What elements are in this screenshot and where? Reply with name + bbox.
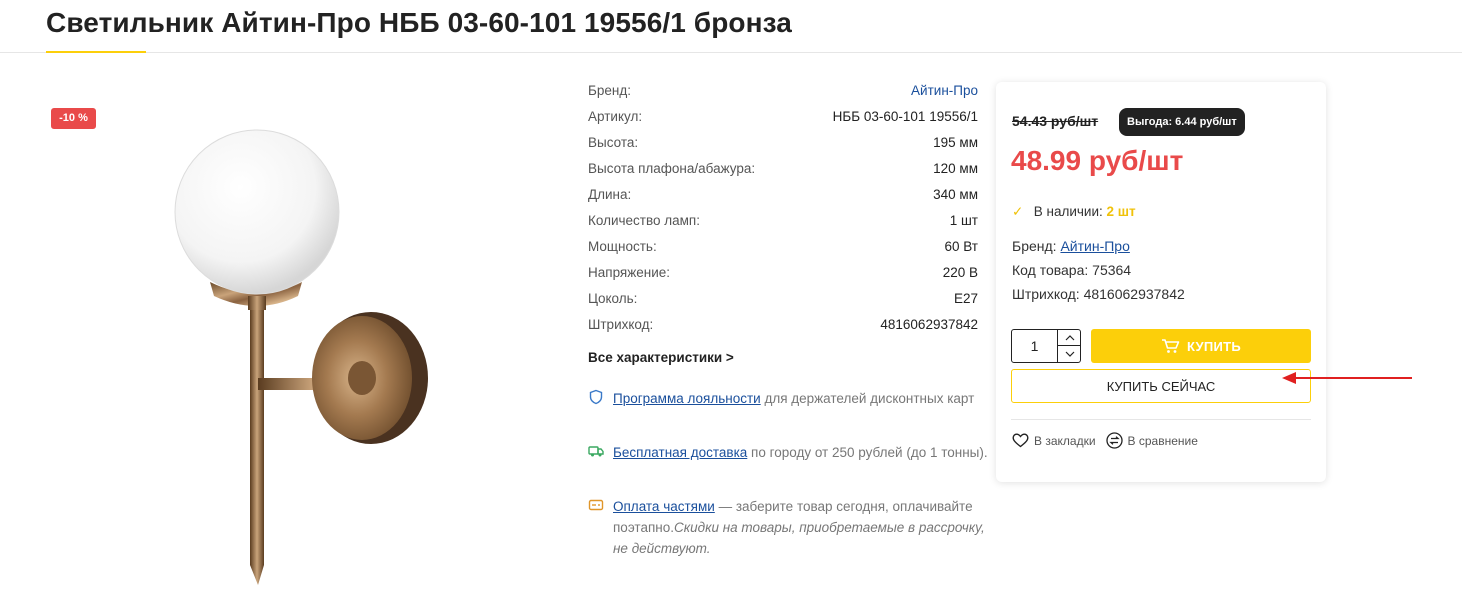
- spec-row-length: Длина: 340 мм: [588, 182, 978, 208]
- product-barcode: Штрихкод: 4816062937842: [1012, 286, 1185, 302]
- stock-status: ✓ В наличии: 2 шт: [1012, 204, 1136, 220]
- spec-value: НББ 03-60-101 19556/1: [832, 109, 978, 124]
- buy-button-label: КУПИТЬ: [1186, 338, 1242, 354]
- brand-info: Бренд: Айтин-Про: [1012, 238, 1130, 254]
- discount-badge: -10 %: [51, 108, 96, 129]
- stock-label: В наличии:: [1033, 204, 1103, 219]
- bookmark-button[interactable]: В закладки: [1012, 433, 1096, 448]
- title-accent-line: [46, 51, 146, 53]
- brand-label: Бренд:: [1012, 238, 1057, 254]
- spec-row-lamp-count: Количество ламп: 1 шт: [588, 208, 978, 234]
- barcode-label: Штрихкод:: [1012, 286, 1080, 302]
- truck-icon: [588, 446, 604, 457]
- spec-name: Штрихкод:: [588, 317, 654, 332]
- spec-row-power: Мощность: 60 Вт: [588, 234, 978, 260]
- quantity-stepper: [1011, 329, 1081, 363]
- spec-name: Количество ламп:: [588, 213, 700, 228]
- chevron-up-icon: [1065, 334, 1074, 340]
- loyalty-link[interactable]: Программа лояльности: [613, 391, 761, 406]
- perk-loyalty: Программа лояльности для держателей диск…: [588, 388, 988, 409]
- specs-table: Бренд: Айтин-Про Артикул: НББ 03-60-101 …: [588, 78, 978, 338]
- perk-delivery: Бесплатная доставка по городу от 250 руб…: [588, 442, 988, 463]
- spec-name: Длина:: [588, 187, 632, 202]
- benefit-badge: Выгода: 6.44 руб/шт: [1119, 108, 1245, 136]
- product-image[interactable]: [150, 120, 470, 590]
- code-label: Код товара:: [1012, 262, 1089, 278]
- check-icon: ✓: [1012, 204, 1024, 219]
- spec-row-voltage: Напряжение: 220 В: [588, 260, 978, 286]
- spec-row-shade-height: Высота плафона/абажура: 120 мм: [588, 156, 978, 182]
- spec-name: Цоколь:: [588, 291, 638, 306]
- perk-loyalty-text: для держателей дисконтных карт: [760, 391, 975, 406]
- title-divider: [0, 52, 1462, 53]
- buy-button[interactable]: КУПИТЬ: [1091, 329, 1311, 363]
- spec-row-barcode: Штрихкод: 4816062937842: [588, 312, 978, 338]
- spec-brand-link[interactable]: Айтин-Про: [911, 78, 978, 104]
- buy-now-button[interactable]: КУПИТЬ СЕЙЧАС: [1011, 369, 1311, 403]
- spec-value: 195 мм: [933, 135, 978, 150]
- barcode-value: 4816062937842: [1083, 286, 1185, 302]
- spec-value: 1 шт: [949, 213, 978, 228]
- spec-value: 60 Вт: [944, 239, 978, 254]
- card-icon: [588, 499, 604, 511]
- spec-name: Высота плафона/абажура:: [588, 161, 756, 176]
- cart-icon: [1161, 339, 1180, 353]
- compare-button[interactable]: В сравнение: [1105, 432, 1198, 449]
- brand-link[interactable]: Айтин-Про: [1060, 238, 1129, 254]
- spec-value: E27: [953, 291, 978, 306]
- spec-value: 340 мм: [933, 187, 978, 202]
- spec-value: 120 мм: [933, 161, 978, 176]
- perk-delivery-text: по городу от 250 рублей (до 1 тонны).: [747, 445, 988, 460]
- decrement-button[interactable]: [1058, 346, 1081, 362]
- stock-qty: 2 шт: [1106, 204, 1136, 219]
- product-code: Код товара: 75364: [1012, 262, 1131, 278]
- spec-row-brand: Бренд: Айтин-Про: [588, 78, 978, 104]
- page-title: Светильник Айтин-Про НББ 03-60-101 19556…: [46, 7, 792, 38]
- spec-name: Артикул:: [588, 109, 643, 124]
- chevron-down-icon: [1065, 351, 1074, 357]
- stepper-controls: [1057, 330, 1081, 362]
- spec-row-socket: Цоколь: E27: [588, 286, 978, 312]
- increment-button[interactable]: [1058, 330, 1081, 346]
- quantity-input[interactable]: [1012, 330, 1057, 362]
- all-specs-link[interactable]: Все характеристики >: [588, 350, 734, 365]
- spec-name: Напряжение:: [588, 265, 671, 280]
- delivery-link[interactable]: Бесплатная доставка: [613, 445, 747, 460]
- old-price: 54.43 руб/шт: [1012, 113, 1099, 129]
- compare-label: В сравнение: [1127, 433, 1198, 448]
- code-value: 75364: [1092, 262, 1132, 278]
- spec-value: 220 В: [942, 265, 978, 280]
- spec-row-article: Артикул: НББ 03-60-101 19556/1: [588, 104, 978, 130]
- spec-value: 4816062937842: [880, 317, 978, 332]
- buy-card: 54.43 руб/шт Выгода: 6.44 руб/шт 48.99 р…: [996, 82, 1326, 482]
- card-actions: В закладки В сравнение: [1012, 432, 1208, 449]
- current-price: 48.99 руб/шт: [1011, 145, 1184, 176]
- card-divider: [1011, 419, 1311, 420]
- shield-icon: [589, 389, 603, 405]
- spec-name: Мощность:: [588, 239, 657, 254]
- spec-name: Высота:: [588, 135, 639, 150]
- installment-link[interactable]: Оплата частями: [613, 499, 715, 514]
- heart-icon: [1012, 433, 1029, 448]
- annotation-arrow-icon: [1282, 372, 1412, 384]
- compare-icon: [1105, 432, 1123, 449]
- perk-installment: Оплата частями — заберите товар сегодня,…: [588, 496, 988, 559]
- spec-name: Бренд:: [588, 83, 631, 98]
- bookmark-label: В закладки: [1034, 433, 1096, 448]
- spec-row-height: Высота: 195 мм: [588, 130, 978, 156]
